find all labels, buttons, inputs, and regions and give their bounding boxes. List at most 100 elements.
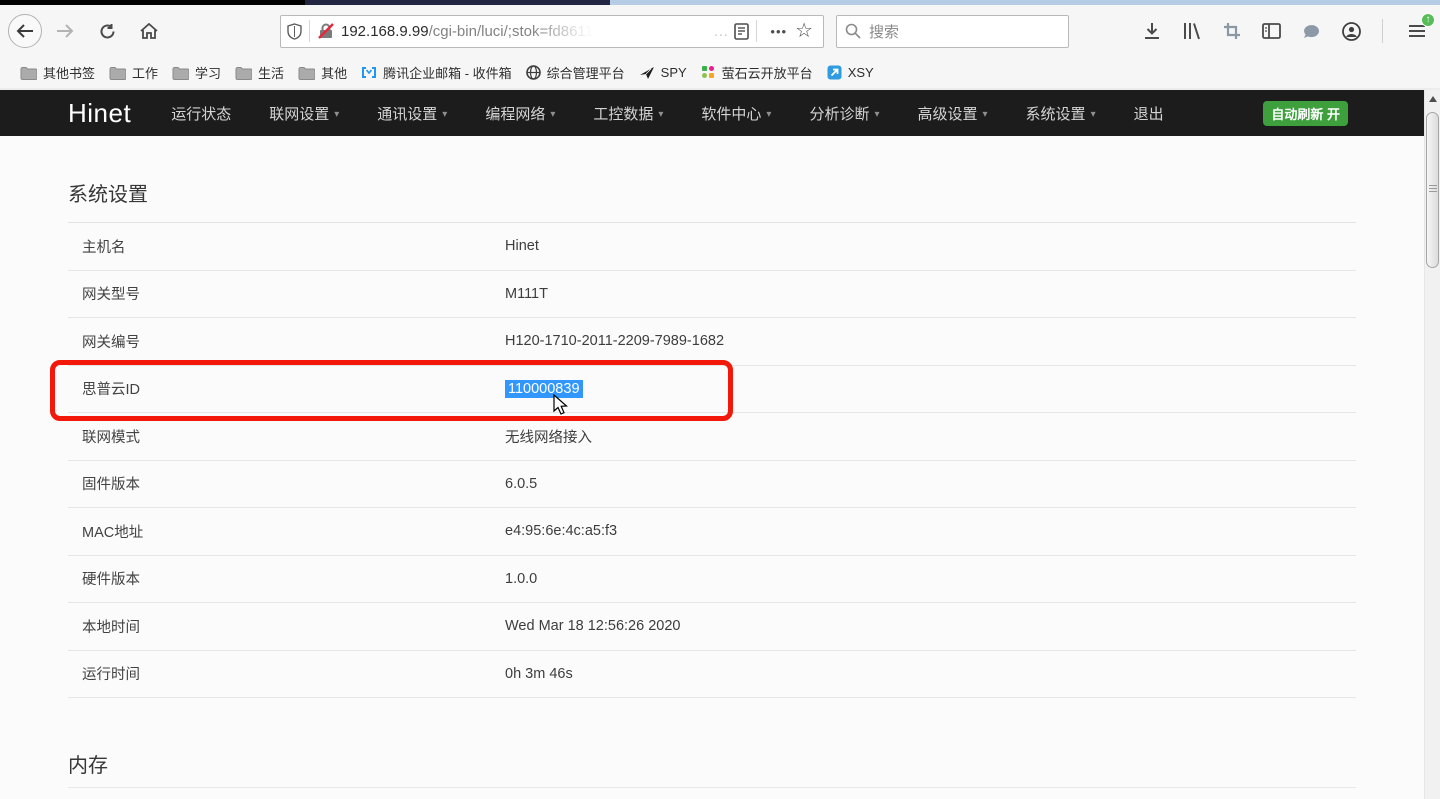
reload-button[interactable] [90,14,124,48]
bookmark-xsy[interactable]: XSY [821,62,882,83]
row-label: 硬件版本 [68,568,505,589]
scrollbar-grip [1429,188,1437,189]
app-menu-button[interactable]: ↑ [1404,16,1430,46]
back-button[interactable] [8,14,42,48]
forward-arrow-icon [56,24,74,38]
row-label: 联网模式 [68,426,505,447]
nav-item-comm-settings[interactable]: 通讯设置▾ [377,103,447,124]
nav-item-programming-network[interactable]: 编程网络 ▾ [485,103,555,124]
row-label: 固件版本 [68,473,505,494]
table-row-local-time: 本地时间 Wed Mar 18 12:56:26 2020 [68,603,1356,651]
nav-item-running-status[interactable]: 运行状态 [171,103,231,124]
window-top-strip [0,0,1440,5]
nav-item-system-settings[interactable]: 系统设置▾ [1026,103,1096,124]
row-value: 1.0.0 [505,571,537,587]
globe-icon [526,65,541,80]
app-navbar: Hinet 运行状态 联网设置▾ 通讯设置▾ 编程网络 ▾ 工控数据▾ 软件中心 ▾… [0,90,1440,136]
row-label: 网关型号 [68,283,505,304]
screenshot-icon[interactable] [1223,22,1241,40]
row-label: MAC地址 [68,521,505,542]
insecure-lock-icon[interactable] [317,23,335,40]
page-actions-button[interactable]: ••• [764,24,793,39]
account-icon[interactable] [1342,22,1361,41]
bookmark-label: 工作 [132,63,158,82]
bookmark-folder-study[interactable]: 学习 [166,60,229,85]
back-arrow-icon [16,24,34,38]
sidebar-toggle-icon[interactable] [1262,23,1281,39]
auto-refresh-badge[interactable]: 自动刷新 开 [1263,101,1348,126]
search-icon [845,23,861,39]
reader-mode-icon[interactable] [734,23,749,40]
nav-item-software-center[interactable]: 软件中心 ▾ [701,103,771,124]
library-icon[interactable] [1182,22,1202,40]
bookmark-label: SPY [661,65,687,80]
bookmark-label: 其他 [321,63,347,82]
tracking-shield-icon[interactable] [287,23,302,40]
nav-label: 软件中心 [701,103,761,124]
row-label: 网关编号 [68,331,505,352]
table-row-uptime: 运行时间 0h 3m 46s [68,651,1356,699]
table-row-hardware-version: 硬件版本 1.0.0 [68,556,1356,604]
folder-icon [20,66,37,80]
toolbar-right-icons: ↑ [1143,16,1430,46]
dart-icon [639,66,655,80]
row-value: M111T [505,286,548,302]
pocket-chat-icon[interactable] [1302,23,1321,40]
nav-label: 分析诊断 [809,103,869,124]
bookmark-folder-work[interactable]: 工作 [103,60,166,85]
nav-item-network-settings[interactable]: 联网设置▾ [269,103,339,124]
update-available-badge: ↑ [1421,13,1435,27]
bookmark-folder-life[interactable]: 生活 [229,60,292,85]
bookmark-folder-other-bookmarks[interactable]: 其他书签 [14,60,103,85]
forward-button[interactable] [48,14,82,48]
url-overflow-dots: … [713,23,730,40]
table-row-gateway-serial: 网关编号 H120-1710-2011-2209-7989-1682 [68,318,1356,366]
row-label: 本地时间 [68,616,505,637]
scrollbar-thumb[interactable] [1426,112,1439,268]
home-button[interactable] [132,14,166,48]
row-label: 思普云ID [68,378,505,399]
downloads-icon[interactable] [1143,22,1161,40]
search-input[interactable]: 搜索 [836,15,1069,48]
urlbar-separator [309,20,310,42]
bookmark-management-platform[interactable]: 综合管理平台 [520,60,633,85]
nav-item-advanced-settings[interactable]: 高级设置▾ [918,103,988,124]
chevron-down-icon: ▾ [334,107,339,120]
row-label: 主机名 [68,236,505,257]
titlebar-active-tab-segment [305,0,610,5]
url-text[interactable]: 192.168.9.99/cgi-bin/luci/;stok=fd8611 [341,23,713,40]
bookmark-ezviz-platform[interactable]: 萤石云开放平台 [695,60,821,85]
row-value: 6.0.5 [505,476,537,492]
nav-item-industrial-data[interactable]: 工控数据▾ [593,103,663,124]
selected-cloud-id-value[interactable]: 110000839 [505,380,583,398]
page-scrollbar[interactable] [1424,90,1440,799]
bookmark-tencent-mail[interactable]: 腾讯企业邮箱 - 收件箱 [355,60,520,85]
scrollbar-up-button[interactable] [1425,90,1440,108]
row-value: 0h 3m 46s [505,666,573,682]
nav-item-analysis-diagnosis[interactable]: 分析诊断▾ [809,103,879,124]
bookmark-folder-misc[interactable]: 其他 [292,60,355,85]
bookmark-star-icon[interactable]: ☆ [793,18,817,45]
bookmark-label: 学习 [195,63,221,82]
memory-section-title: 内存 [68,752,1356,780]
scroll-up-arrow-icon [1429,96,1437,102]
page-content: 系统设置 主机名 Hinet 网关型号 M111T 网关编号 H120-1710… [0,136,1440,754]
nav-label: 编程网络 [485,103,545,124]
chevron-down-icon: ▾ [983,107,988,120]
row-value: Wed Mar 18 12:56:26 2020 [505,618,680,634]
nav-item-logout[interactable]: 退出 [1134,103,1164,124]
chevron-down-icon: ▾ [658,107,663,120]
table-row-sipu-cloud-id: 思普云ID 110000839 [68,366,1356,414]
chevron-down-icon: ▾ [550,107,555,120]
reload-icon [99,23,116,40]
bookmark-spy[interactable]: SPY [633,62,695,83]
scrollbar-grip [1429,191,1437,192]
toolbar-separator [1382,19,1383,43]
row-value: H120-1710-2011-2209-7989-1682 [505,333,724,349]
url-bar[interactable]: 192.168.9.99/cgi-bin/luci/;stok=fd8611 …… [280,15,824,48]
brand-logo[interactable]: Hinet [68,98,131,129]
chevron-down-icon: ▾ [766,107,771,120]
chevron-down-icon: ▾ [442,107,447,120]
url-domain: 192.168.9.99 [341,23,429,40]
bookmark-label: 其他书签 [43,63,95,82]
